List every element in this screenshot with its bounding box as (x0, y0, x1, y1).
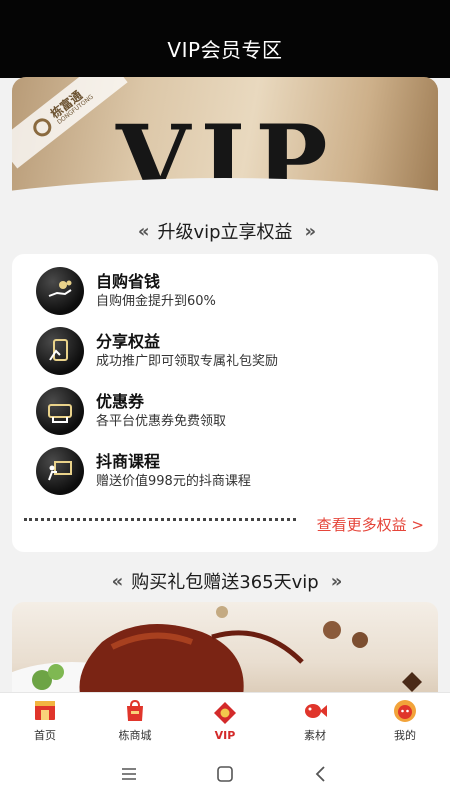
tab-label: 首页 (34, 729, 56, 742)
tab-label: VIP (214, 728, 236, 742)
chevron-left-icon: « (137, 220, 149, 242)
brand-logo-ribbon: 栋富通 DONGFUTONG (12, 77, 128, 169)
bottom-tab-bar: 首页 栋商城 VIP 素材 我的 (0, 692, 450, 748)
hand-coins-icon (36, 267, 84, 315)
lion-face-icon (394, 700, 416, 722)
benefit-desc: 各平台优惠券免费领取 (96, 414, 227, 429)
chevron-left-icon: « (111, 570, 123, 592)
tab-label: 栋商城 (118, 729, 152, 742)
benefit-name: 优惠券 (96, 392, 145, 411)
menu-lines-icon (122, 768, 136, 780)
recent-apps-button[interactable] (81, 767, 177, 781)
benefits-title-text: 升级vip立享权益 (157, 222, 293, 243)
benefit-item[interactable]: 优惠券 各平台优惠券免费领取 (36, 386, 226, 436)
benefit-item[interactable]: 自购省钱 自购佣金提升到60% (36, 266, 216, 316)
tab-label: 素材 (304, 729, 326, 742)
dotted-divider (24, 518, 296, 522)
fish-icon (305, 704, 327, 718)
tab-mall[interactable]: 栋商城 (90, 693, 180, 748)
roast-duck-illustration (12, 606, 422, 702)
top-bar: VIP会员专区 (0, 0, 450, 78)
benefit-name: 分享权益 (96, 332, 161, 351)
back-arrow-icon (315, 766, 325, 782)
chevron-right-icon: » (330, 570, 342, 592)
benefit-desc: 成功推广即可领取专属礼包奖励 (96, 354, 279, 369)
square-icon (217, 766, 233, 782)
view-more-benefits-link[interactable]: 查看更多权益 > (317, 514, 424, 535)
page-title: VIP会员专区 (167, 38, 283, 62)
tab-mine[interactable]: 我的 (360, 693, 450, 748)
presentation-icon (36, 447, 84, 495)
tab-vip[interactable]: VIP (180, 693, 270, 748)
coupon-icon (36, 387, 84, 435)
tab-materials[interactable]: 素材 (270, 693, 360, 748)
benefit-desc: 自购佣金提升到60% (96, 294, 216, 309)
home-button[interactable] (177, 765, 273, 783)
gift-title-text: 购买礼包赠送365天vip (131, 572, 319, 593)
tab-label: 我的 (394, 729, 416, 742)
gift-section-title: « 购买礼包赠送365天vip » (0, 568, 450, 594)
benefits-card: 自购省钱 自购佣金提升到60% 分享权益 成功推广即可领取专属礼包奖励 优惠券 … (12, 254, 438, 552)
gift-package-image[interactable] (12, 602, 438, 702)
back-button[interactable] (273, 765, 369, 783)
banner-curve-decoration (0, 178, 450, 222)
benefit-name: 抖商课程 (96, 452, 161, 471)
benefits-section-title: « 升级vip立享权益 » (0, 218, 450, 244)
system-nav-bar (0, 748, 450, 800)
home-store-icon (35, 701, 55, 720)
benefit-name: 自购省钱 (96, 272, 161, 291)
logo-mark-icon (29, 114, 55, 140)
benefit-item[interactable]: 抖商课程 赠送价值998元的抖商课程 (36, 446, 251, 496)
chevron-right-icon: » (304, 220, 316, 242)
share-card-icon (36, 327, 84, 375)
tab-home[interactable]: 首页 (0, 693, 90, 748)
benefit-desc: 赠送价值998元的抖商课程 (96, 474, 251, 489)
mall-bag-icon (127, 699, 143, 721)
benefit-item[interactable]: 分享权益 成功推广即可领取专属礼包奖励 (36, 326, 278, 376)
vip-envelope-icon (214, 701, 236, 724)
